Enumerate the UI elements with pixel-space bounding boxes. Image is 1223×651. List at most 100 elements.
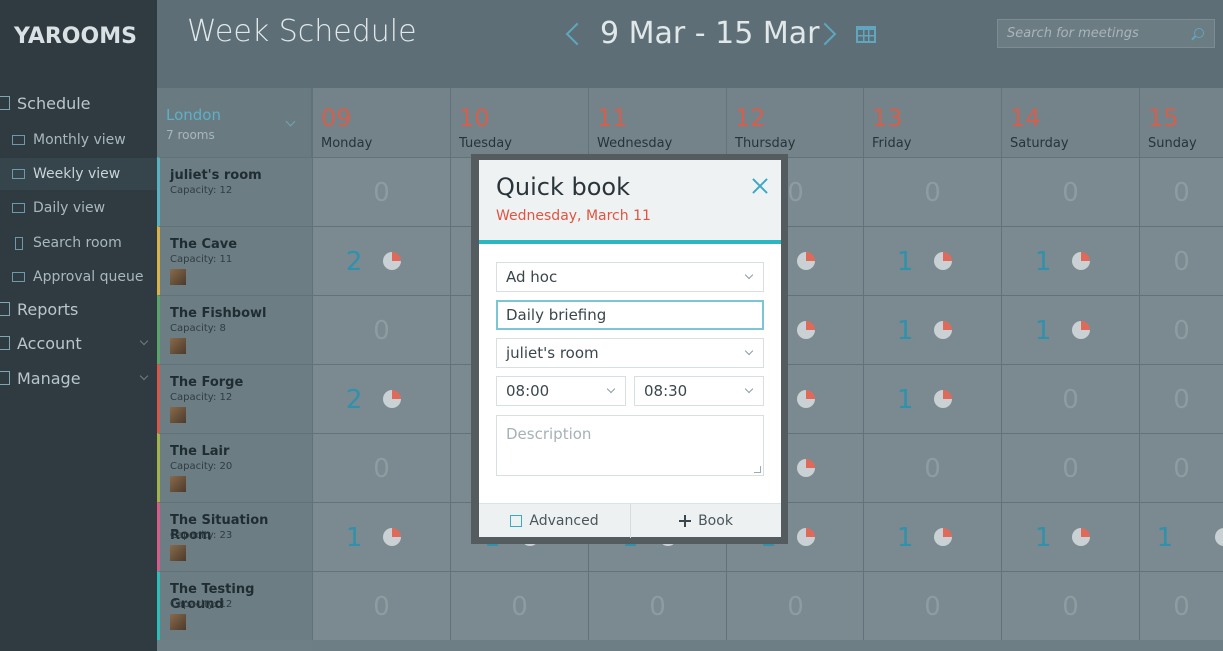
schedule-cell[interactable]: 0 xyxy=(726,571,864,640)
room-row-header[interactable]: The Fishbowl Capacity: 8 xyxy=(157,295,312,364)
schedule-cell[interactable]: 1 xyxy=(312,502,450,571)
schedule-cell[interactable]: 0 xyxy=(312,295,450,364)
schedule-cell[interactable]: 0 xyxy=(588,571,726,640)
description-textarea[interactable]: Description xyxy=(496,415,764,476)
schedule-cell[interactable]: 0 xyxy=(312,433,450,502)
schedule-cell[interactable]: 0 xyxy=(1001,571,1139,640)
schedule-cell[interactable]: 0 xyxy=(1001,364,1139,433)
room-capacity: Capacity: 11 xyxy=(170,254,233,265)
room-select[interactable]: juliet's room xyxy=(496,338,764,368)
nav-monthly-view[interactable]: Monthly view xyxy=(0,124,157,156)
advanced-label: Advanced xyxy=(529,513,599,529)
schedule-cell[interactable]: 0 xyxy=(312,571,450,640)
nav-weekly-label: Weekly view xyxy=(33,166,121,182)
meeting-count: 0 xyxy=(373,178,390,208)
chevron-down-icon xyxy=(139,371,149,381)
calendar-picker-icon[interactable] xyxy=(856,26,876,43)
occupancy-pie-icon xyxy=(1215,528,1223,546)
meeting-count: 0 xyxy=(1173,316,1190,346)
schedule-cell[interactable]: 1 xyxy=(863,226,1001,295)
schedule-cell[interactable]: 0 xyxy=(1001,433,1139,502)
previous-week-icon[interactable] xyxy=(565,22,589,46)
schedule-cell[interactable]: 0 xyxy=(1139,571,1223,640)
day-header[interactable]: 15 Sunday xyxy=(1139,88,1223,157)
close-icon[interactable] xyxy=(751,177,769,195)
nav-schedule[interactable]: Schedule xyxy=(0,88,157,118)
schedule-cell[interactable]: 0 xyxy=(863,157,1001,226)
app-logo[interactable]: YAROOMS xyxy=(14,24,137,49)
meeting-count: 0 xyxy=(787,592,804,622)
nav-account-label: Account xyxy=(17,333,82,353)
meeting-count: 0 xyxy=(1062,178,1079,208)
schedule-cell[interactable]: 1 xyxy=(1001,295,1139,364)
occupancy-pie-icon xyxy=(934,390,952,408)
day-header[interactable]: 09 Monday xyxy=(312,88,450,157)
day-header[interactable]: 13 Friday xyxy=(863,88,1001,157)
schedule-cell[interactable]: 0 xyxy=(1139,433,1223,502)
schedule-cell[interactable]: 1 xyxy=(863,364,1001,433)
nav-manage[interactable]: Manage xyxy=(0,363,157,393)
nav-search-room[interactable]: Search room xyxy=(0,227,157,259)
occupancy-pie-icon xyxy=(797,252,815,270)
nav-approval-label: Approval queue xyxy=(33,269,144,285)
schedule-cell[interactable]: 1 xyxy=(863,502,1001,571)
nav-daily-view[interactable]: Daily view xyxy=(0,192,157,224)
start-time-select[interactable]: 08:00 xyxy=(496,376,626,406)
location-selector[interactable]: London 7 rooms xyxy=(157,88,312,157)
room-thumbnail[interactable] xyxy=(170,545,186,561)
schedule-cell[interactable]: 2 xyxy=(312,364,450,433)
day-header[interactable]: 14 Saturday xyxy=(1001,88,1139,157)
room-row-header[interactable]: The Situation Room Capacity: 23 xyxy=(157,502,312,571)
day-header[interactable]: 10 Tuesday xyxy=(450,88,588,157)
room-value: juliet's room xyxy=(506,344,599,362)
booking-type-select[interactable]: Ad hoc xyxy=(496,262,764,292)
schedule-cell[interactable]: 0 xyxy=(450,571,588,640)
schedule-cell[interactable]: 0 xyxy=(1001,157,1139,226)
day-header[interactable]: 12 Thursday xyxy=(726,88,864,157)
grid-footer xyxy=(312,639,1223,651)
room-thumbnail[interactable] xyxy=(170,269,186,285)
schedule-cell[interactable]: 1 xyxy=(863,295,1001,364)
room-row-header[interactable]: juliet's room Capacity: 12 xyxy=(157,157,312,226)
room-thumbnail[interactable] xyxy=(170,407,186,423)
schedule-cell[interactable]: 0 xyxy=(1139,226,1223,295)
schedule-cell[interactable]: 0 xyxy=(1139,295,1223,364)
occupancy-pie-icon xyxy=(1072,528,1090,546)
nav-weekly-view[interactable]: Weekly view xyxy=(0,158,157,190)
schedule-cell[interactable]: 0 xyxy=(1139,364,1223,433)
room-thumbnail[interactable] xyxy=(170,614,186,630)
schedule-cell[interactable]: 0 xyxy=(863,433,1001,502)
room-thumbnail[interactable] xyxy=(170,476,186,492)
schedule-cell[interactable]: 1 xyxy=(1139,502,1223,571)
end-time-select[interactable]: 08:30 xyxy=(634,376,764,406)
search-icon[interactable] xyxy=(1194,28,1204,38)
schedule-cell[interactable]: 0 xyxy=(1139,157,1223,226)
day-header[interactable]: 11 Wednesday xyxy=(588,88,726,157)
search-input[interactable] xyxy=(998,20,1178,47)
nav-reports[interactable]: Reports xyxy=(0,294,157,324)
nav-account[interactable]: Account xyxy=(0,328,157,358)
schedule-cell[interactable]: 0 xyxy=(312,157,450,226)
nav-approval-queue[interactable]: Approval queue xyxy=(0,261,157,293)
room-row-header[interactable]: The Testing Ground Capacity: 12 xyxy=(157,571,312,640)
schedule-cell[interactable]: 1 xyxy=(1001,226,1139,295)
occupancy-pie-icon xyxy=(934,528,952,546)
schedule-cell[interactable]: 0 xyxy=(863,571,1001,640)
room-row-header[interactable]: The Lair Capacity: 20 xyxy=(157,433,312,502)
day-number: 12 xyxy=(735,104,766,132)
week-grid-icon xyxy=(12,169,25,179)
meeting-name-input[interactable]: Daily briefing xyxy=(496,300,764,330)
resize-handle-icon[interactable] xyxy=(754,466,761,473)
meeting-count: 0 xyxy=(1062,592,1079,622)
room-row-header[interactable]: The Cave Capacity: 11 xyxy=(157,226,312,295)
advanced-button[interactable]: Advanced xyxy=(479,504,630,538)
manage-icon xyxy=(0,371,10,385)
room-row-header[interactable]: The Forge Capacity: 12 xyxy=(157,364,312,433)
meeting-count: 0 xyxy=(1173,592,1190,622)
schedule-cell[interactable]: 2 xyxy=(312,226,450,295)
room-thumbnail[interactable] xyxy=(170,338,186,354)
occupancy-pie-icon xyxy=(797,390,815,408)
dialog-date: Wednesday, March 11 xyxy=(496,208,651,224)
book-button[interactable]: Book xyxy=(630,504,781,538)
schedule-cell[interactable]: 1 xyxy=(1001,502,1139,571)
